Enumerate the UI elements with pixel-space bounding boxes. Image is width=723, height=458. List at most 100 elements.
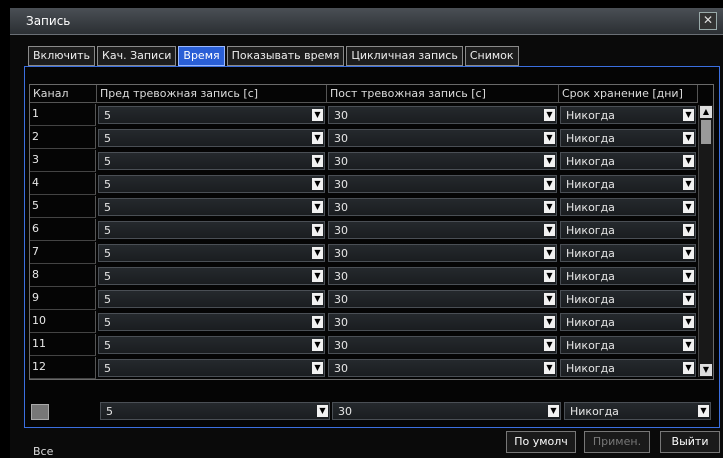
post-alarm-select[interactable]: 30 ▼: [328, 152, 557, 170]
channel-table: Канал Пред тревожная запись [с] Пост тре…: [29, 84, 714, 380]
chevron-down-icon: ▼: [683, 339, 694, 351]
all-checkbox[interactable]: [31, 404, 49, 420]
pre-alarm-select[interactable]: 5 ▼: [98, 221, 325, 239]
pre-alarm-select[interactable]: 5 ▼: [98, 267, 325, 285]
pre-alarm-select[interactable]: 5 ▼: [98, 290, 325, 308]
tab-0[interactable]: Включить: [28, 46, 96, 66]
pre-alarm-select[interactable]: 5 ▼: [98, 175, 325, 193]
table-row: 2 5 ▼ 30 ▼ Никогда ▼: [30, 127, 713, 150]
tab-5[interactable]: Снимок: [464, 46, 519, 66]
chevron-down-icon: ▼: [312, 155, 323, 167]
retention-select[interactable]: Никогда ▼: [560, 129, 696, 147]
channel-number: 10: [30, 311, 96, 333]
pre-alarm-select[interactable]: 5 ▼: [98, 313, 325, 331]
post-alarm-select[interactable]: 30 ▼: [328, 129, 557, 147]
chevron-down-icon: ▼: [683, 224, 694, 236]
pre-alarm-select[interactable]: 5 ▼: [98, 129, 325, 147]
retention-select[interactable]: Никогда ▼: [560, 198, 696, 216]
chevron-down-icon: ▼: [312, 178, 323, 190]
chevron-down-icon: ▼: [544, 247, 555, 259]
retention-select[interactable]: Никогда ▼: [560, 359, 696, 377]
all-post-value: 30: [338, 405, 352, 418]
tab-3[interactable]: Показывать время: [226, 46, 345, 66]
chevron-down-icon: ▼: [683, 362, 694, 374]
exit-button[interactable]: Выйти: [660, 431, 720, 453]
chevron-down-icon: ▼: [544, 224, 555, 236]
channel-number: 2: [30, 127, 96, 149]
close-icon[interactable]: ✕: [699, 12, 717, 30]
post-alarm-select[interactable]: 30 ▼: [328, 198, 557, 216]
pre-alarm-select[interactable]: 5 ▼: [98, 244, 325, 262]
chevron-down-icon: ▼: [544, 362, 555, 374]
title-bar: Запись ✕: [10, 8, 723, 35]
arrow-down-icon[interactable]: ▼: [700, 364, 712, 376]
time-settings-panel: Канал Пред тревожная запись [с] Пост тре…: [24, 66, 720, 458]
apply-button[interactable]: Примен.: [584, 431, 650, 453]
all-pre-alarm-select[interactable]: 5 ▼: [100, 402, 330, 420]
tab-2[interactable]: Время: [178, 46, 225, 66]
channel-number: 11: [30, 334, 96, 356]
tab-1[interactable]: Кач. Записи: [97, 46, 177, 66]
channel-number: 3: [30, 150, 96, 172]
retention-select-value: Никогда: [566, 316, 615, 329]
retention-select-value: Никогда: [566, 132, 615, 145]
channel-number: 12: [30, 357, 96, 379]
arrow-up-icon[interactable]: ▲: [700, 106, 712, 118]
all-post-alarm-select[interactable]: 30 ▼: [332, 402, 561, 420]
pre-alarm-select[interactable]: 5 ▼: [98, 336, 325, 354]
post-alarm-select-value: 30: [334, 293, 348, 306]
all-retention-select[interactable]: Никогда ▼: [564, 402, 711, 420]
post-alarm-select[interactable]: 30 ▼: [328, 106, 557, 124]
tab-bar: Включить Кач. Записи Время Показывать время…: [28, 46, 521, 66]
post-alarm-select-value: 30: [334, 178, 348, 191]
post-alarm-select[interactable]: 30 ▼: [328, 290, 557, 308]
chevron-down-icon: ▼: [312, 201, 323, 213]
chevron-down-icon: ▼: [312, 339, 323, 351]
chevron-down-icon: ▼: [683, 109, 694, 121]
retention-select[interactable]: Никогда ▼: [560, 244, 696, 262]
tab-4[interactable]: Цикличная запись: [346, 46, 463, 66]
post-alarm-select[interactable]: 30 ▼: [328, 313, 557, 331]
post-alarm-select-value: 30: [334, 316, 348, 329]
retention-select-value: Никогда: [566, 109, 615, 122]
chevron-down-icon: ▼: [312, 362, 323, 374]
default-button[interactable]: По умолч: [506, 431, 576, 453]
post-alarm-select[interactable]: 30 ▼: [328, 359, 557, 377]
table-row: 9 5 ▼ 30 ▼ Никогда ▼: [30, 288, 713, 311]
pre-alarm-select-value: 5: [104, 178, 111, 191]
retention-select[interactable]: Никогда ▼: [560, 106, 696, 124]
post-alarm-select[interactable]: 30 ▼: [328, 336, 557, 354]
post-alarm-select[interactable]: 30 ▼: [328, 221, 557, 239]
retention-select[interactable]: Никогда ▼: [560, 313, 696, 331]
pre-alarm-select[interactable]: 5 ▼: [98, 152, 325, 170]
pre-alarm-select[interactable]: 5 ▼: [98, 106, 325, 124]
table-row: 5 5 ▼ 30 ▼ Никогда ▼: [30, 196, 713, 219]
chevron-down-icon: ▼: [683, 201, 694, 213]
chevron-down-icon: ▼: [312, 132, 323, 144]
retention-select[interactable]: Никогда ▼: [560, 336, 696, 354]
retention-select[interactable]: Никогда ▼: [560, 221, 696, 239]
scrollbar[interactable]: ▲ ▼: [698, 105, 713, 377]
table-row: 7 5 ▼ 30 ▼ Никогда ▼: [30, 242, 713, 265]
post-alarm-select-value: 30: [334, 270, 348, 283]
post-alarm-select[interactable]: 30 ▼: [328, 175, 557, 193]
pre-alarm-select-value: 5: [104, 270, 111, 283]
scroll-thumb[interactable]: [701, 120, 711, 144]
retention-select-value: Никогда: [566, 293, 615, 306]
post-alarm-select[interactable]: 30 ▼: [328, 244, 557, 262]
retention-select-value: Никогда: [566, 270, 615, 283]
retention-select[interactable]: Никогда ▼: [560, 267, 696, 285]
retention-select[interactable]: Никогда ▼: [560, 290, 696, 308]
retention-select[interactable]: Никогда ▼: [560, 175, 696, 193]
retention-select[interactable]: Никогда ▼: [560, 152, 696, 170]
channel-number: 4: [30, 173, 96, 195]
pre-alarm-select-value: 5: [104, 224, 111, 237]
post-alarm-select[interactable]: 30 ▼: [328, 267, 557, 285]
channel-number: 7: [30, 242, 96, 264]
pre-alarm-select[interactable]: 5 ▼: [98, 198, 325, 216]
pre-alarm-select[interactable]: 5 ▼: [98, 359, 325, 377]
pre-alarm-select-value: 5: [104, 339, 111, 352]
chevron-down-icon: ▼: [312, 316, 323, 328]
pre-alarm-select-value: 5: [104, 132, 111, 145]
chevron-down-icon: ▼: [683, 247, 694, 259]
